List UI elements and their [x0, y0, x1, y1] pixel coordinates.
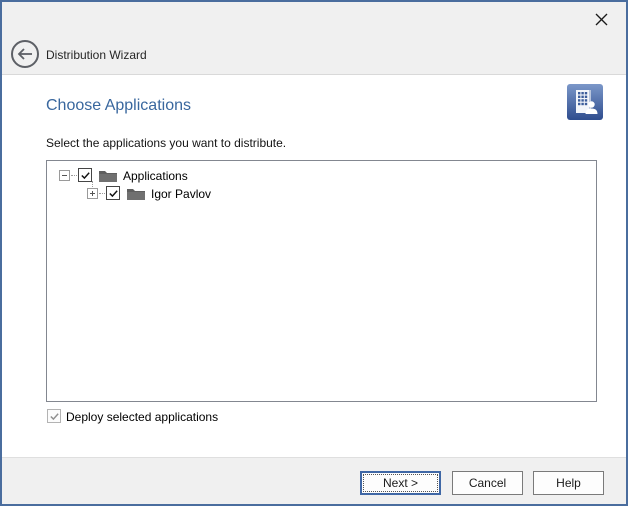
tree-label-igor-pavlov[interactable]: Igor Pavlov	[151, 187, 211, 201]
wizard-header: Distribution Wizard	[2, 2, 626, 75]
deploy-checkbox	[47, 409, 61, 423]
instruction-text: Select the applications you want to dist…	[46, 136, 286, 150]
applications-tree[interactable]: Applications	[46, 160, 597, 402]
folder-icon	[127, 187, 145, 200]
cancel-button[interactable]: Cancel	[452, 471, 523, 495]
distribution-wizard-window: Distribution Wizard Choose Applications	[0, 0, 628, 506]
tree-label-applications[interactable]: Applications	[123, 169, 188, 183]
checkbox-applications[interactable]	[78, 168, 92, 182]
plus-glyph-v	[92, 191, 93, 196]
back-button[interactable]	[11, 40, 39, 68]
checkmark-icon	[49, 411, 60, 422]
folder-icon	[99, 169, 117, 182]
tree-row-applications[interactable]: Applications	[47, 167, 596, 185]
checkmark-icon	[80, 170, 91, 181]
deploy-checkbox-label: Deploy selected applications	[66, 410, 218, 424]
wizard-page: Choose Applications	[2, 76, 626, 457]
wizard-title: Distribution Wizard	[46, 48, 147, 62]
tree-row-igor-pavlov[interactable]: Igor Pavlov	[47, 185, 596, 203]
help-button[interactable]: Help	[533, 471, 604, 495]
collapse-expander-icon[interactable]	[59, 170, 70, 181]
left-arrow-icon	[16, 47, 34, 61]
checkmark-icon	[108, 188, 119, 199]
applications-wizard-icon	[567, 84, 603, 120]
page-title: Choose Applications	[46, 97, 191, 115]
close-icon[interactable]	[590, 8, 612, 30]
next-button[interactable]: Next >	[360, 471, 441, 495]
minus-glyph	[62, 175, 67, 176]
expand-expander-icon[interactable]	[87, 188, 98, 199]
checkbox-igor-pavlov[interactable]	[106, 186, 120, 200]
wizard-footer: Next > Cancel Help	[2, 457, 626, 504]
